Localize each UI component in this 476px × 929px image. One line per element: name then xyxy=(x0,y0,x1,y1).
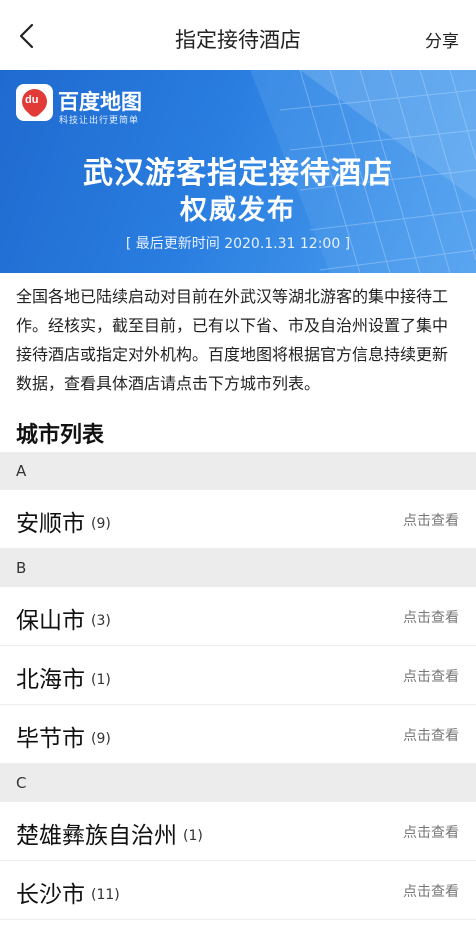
view-link[interactable]: 点击查看 xyxy=(403,666,459,686)
hotel-count: (1) xyxy=(91,672,111,688)
city-row-changsha[interactable]: 长沙市 (11) 点击查看 xyxy=(0,861,476,920)
navigation-bar: 指定接待酒店 分享 xyxy=(0,0,476,70)
city-name: 保山市 (3) xyxy=(16,608,111,634)
view-link[interactable]: 点击查看 xyxy=(403,725,459,745)
view-link[interactable]: 点击查看 xyxy=(403,607,459,627)
hotel-count: (9) xyxy=(91,731,111,747)
section-header-b: B xyxy=(0,549,476,587)
city-row-anshun[interactable]: 安顺市 (9) 点击查看 xyxy=(0,490,476,549)
hero-banner: du 百度地图 科技让出行更简单 武汉游客指定接待酒店 权威发布 [ 最后更新时… xyxy=(0,70,476,273)
city-name: 长沙市 (11) xyxy=(16,882,120,908)
brand-slogan: 科技让出行更简单 xyxy=(59,116,140,126)
share-button[interactable]: 分享 xyxy=(425,27,459,52)
city-name: 楚雄彝族自治州 (1) xyxy=(16,823,203,849)
hotel-count: (1) xyxy=(183,828,203,844)
hotel-count: (9) xyxy=(91,516,111,532)
banner-headline: 武汉游客指定接待酒店 xyxy=(83,156,393,191)
city-row-chuxiong[interactable]: 楚雄彝族自治州 (1) 点击查看 xyxy=(0,802,476,861)
city-name: 毕节市 (9) xyxy=(16,726,111,752)
hotel-count: (11) xyxy=(91,887,120,903)
banner-subheadline: 权威发布 xyxy=(180,195,296,226)
city-row-baoshan[interactable]: 保山市 (3) 点击查看 xyxy=(0,587,476,646)
intro-paragraph: 全国各地已陆续启动对目前在外武汉等湖北游客的集中接待工作。经核实，截至目前，已有… xyxy=(16,287,449,393)
city-list-title: 城市列表 xyxy=(16,423,105,448)
city-name: 安顺市 (9) xyxy=(16,511,111,537)
page-title: 指定接待酒店 xyxy=(175,28,301,52)
last-updated-time: [ 最后更新时间 2020.1.31 12:00 ] xyxy=(125,236,351,252)
brand-name: 百度地图 xyxy=(58,90,142,114)
section-header-c: C xyxy=(0,764,476,802)
section-header-a: A xyxy=(0,452,476,490)
view-link[interactable]: 点击查看 xyxy=(403,881,459,901)
view-link[interactable]: 点击查看 xyxy=(403,510,459,530)
city-row-beihai[interactable]: 北海市 (1) 点击查看 xyxy=(0,646,476,705)
logo-mark: du xyxy=(25,94,39,106)
city-name: 北海市 (1) xyxy=(16,667,111,693)
hotel-count: (3) xyxy=(91,613,111,629)
view-link[interactable]: 点击查看 xyxy=(403,822,459,842)
city-row-bijie[interactable]: 毕节市 (9) 点击查看 xyxy=(0,705,476,764)
city-list: A 安顺市 (9) 点击查看 B 保山市 (3) 点击查看 北海市 (1) 点击查看 … xyxy=(0,452,476,920)
